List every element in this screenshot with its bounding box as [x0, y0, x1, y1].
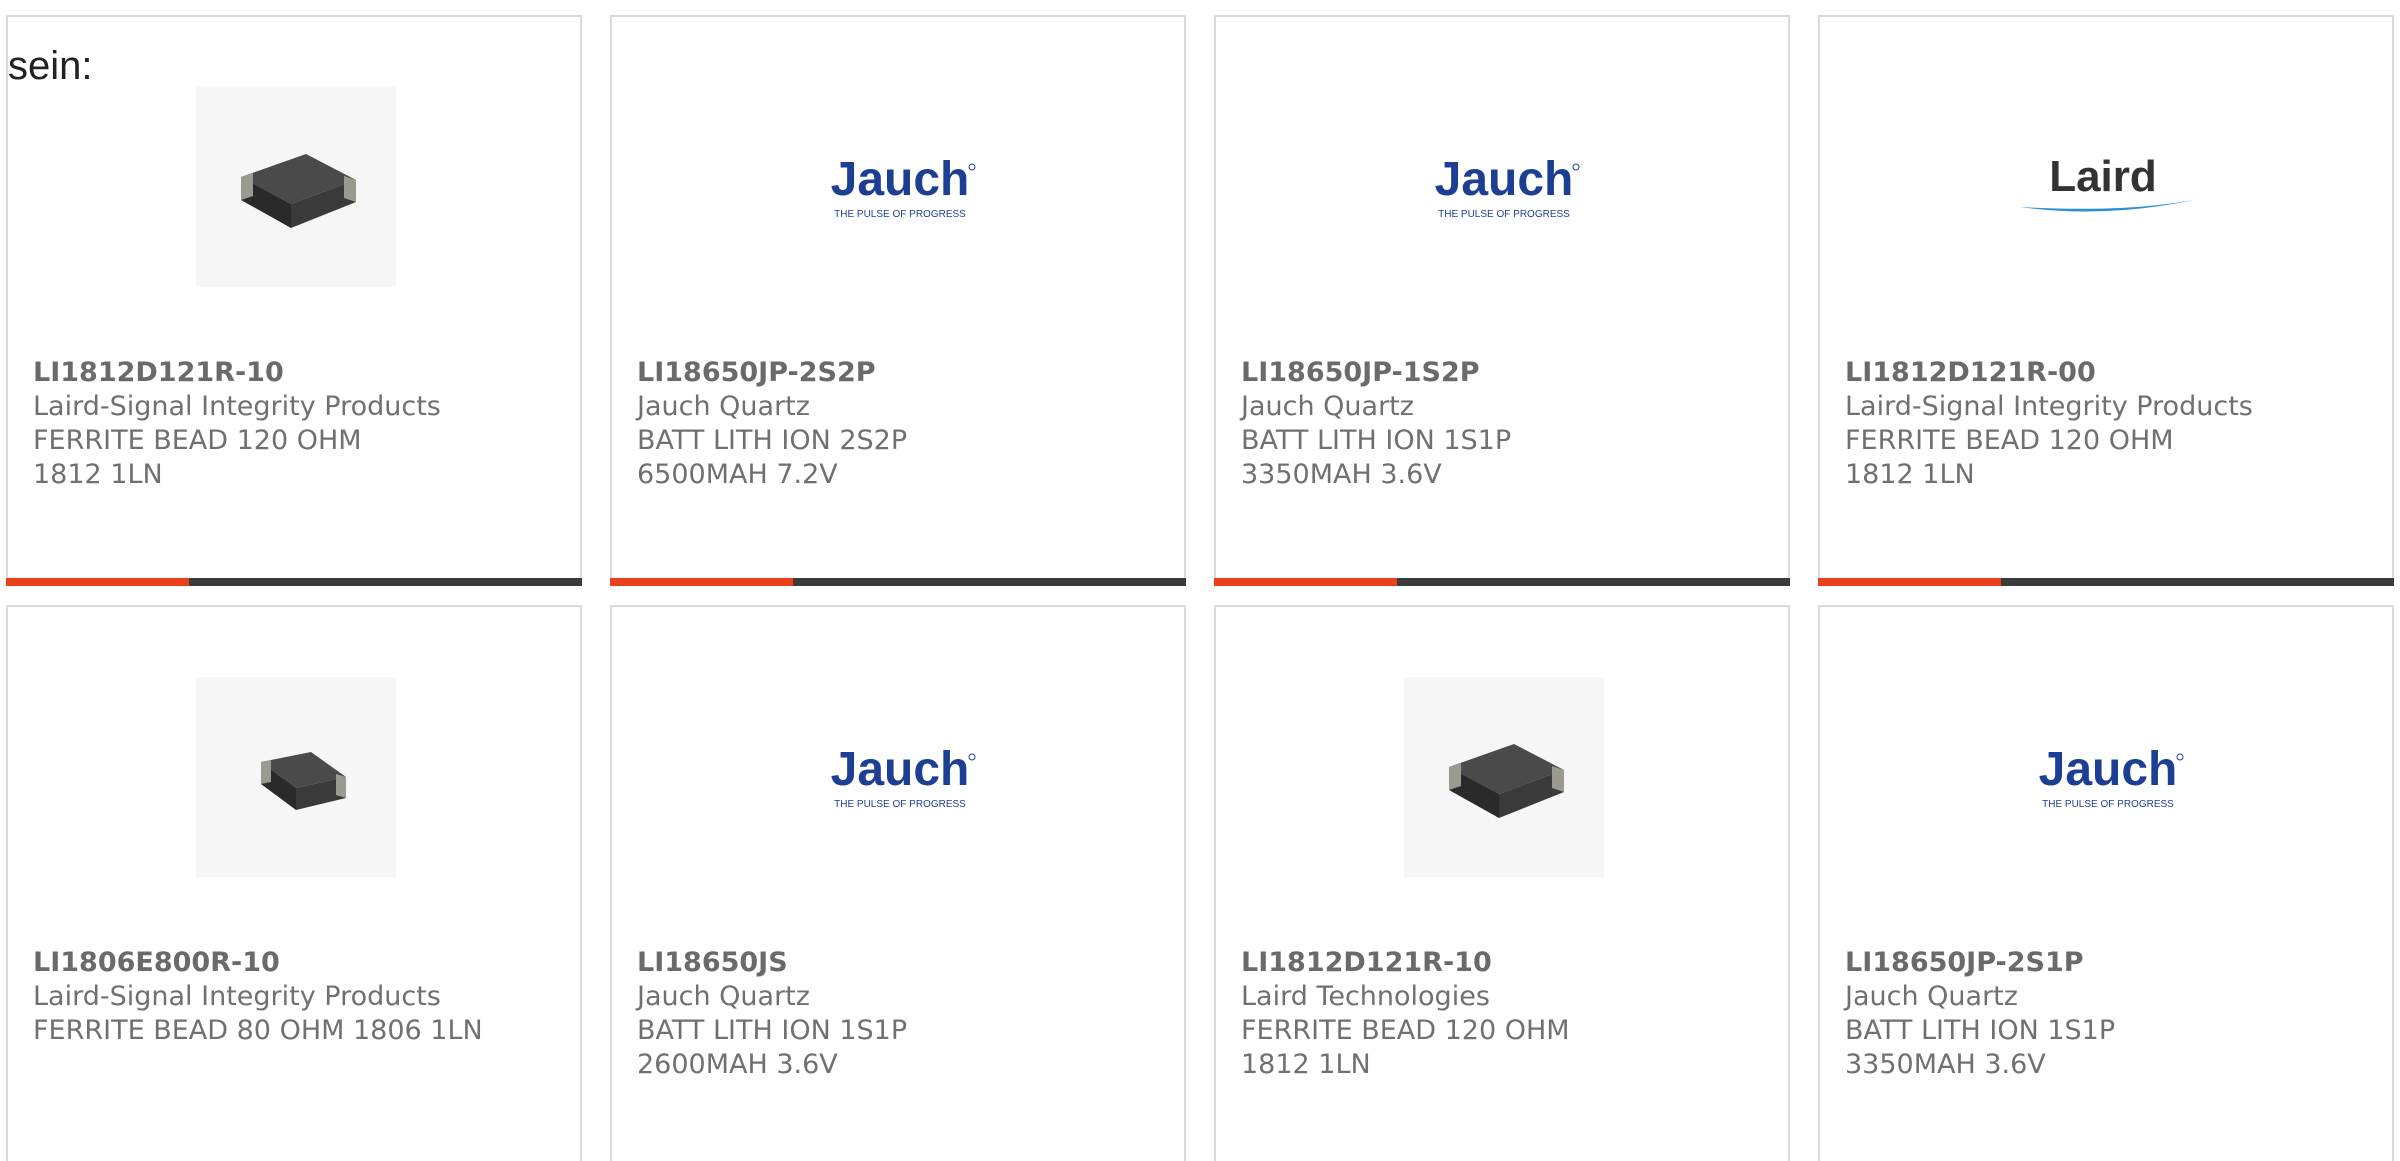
part-number-link[interactable]: LI18650JP-2S2P	[637, 356, 1164, 390]
card-accent	[1214, 578, 1397, 586]
description: BATT LITH ION 2S2P 6500MAH 7.2V	[637, 425, 908, 490]
manufacturer: Jauch Quartz	[637, 391, 810, 422]
card-accent	[6, 578, 189, 586]
card-bottom-bar	[1214, 578, 1790, 586]
product-card[interactable]: Jauch THE PULSE OF PROGRESS LI18650JP-2S…	[1818, 605, 2394, 1161]
description: FERRITE BEAD 120 OHM 1812 1LN	[1241, 1015, 1570, 1080]
card-bottom-bar	[1818, 578, 2394, 586]
manufacturer: Jauch Quartz	[1845, 981, 2018, 1012]
jauch-wordmark: Jauch	[831, 743, 970, 796]
manufacturer-logo-jauch: Jauch THE PULSE OF PROGRESS	[800, 87, 1000, 287]
part-number-link[interactable]: LI1806E800R-10	[33, 946, 560, 980]
product-info: LI1812D121R-10 Laird Technologies FERRIT…	[1241, 946, 1768, 1082]
manufacturer: Laird-Signal Integrity Products	[33, 391, 441, 422]
section-heading: sein:	[8, 44, 93, 88]
card-bottom-bar	[610, 578, 1186, 586]
laird-wordmark: Laird	[2049, 152, 2157, 201]
card-accent	[1818, 578, 2001, 586]
product-card[interactable]: LI1812D121R-10 Laird-Signal Integrity Pr…	[6, 15, 582, 586]
product-image-ferrite-bead	[196, 87, 396, 287]
manufacturer: Laird-Signal Integrity Products	[33, 981, 441, 1012]
product-card[interactable]: Jauch THE PULSE OF PROGRESS LI18650JP-1S…	[1214, 15, 1790, 586]
part-number-link[interactable]: LI1812D121R-10	[33, 356, 560, 390]
card-accent	[610, 578, 793, 586]
product-card[interactable]: LI1812D121R-10 Laird Technologies FERRIT…	[1214, 605, 1790, 1161]
product-card[interactable]: Laird LI1812D121R-00 Laird-Signal Integr…	[1818, 15, 2394, 586]
jauch-tagline: THE PULSE OF PROGRESS	[2042, 799, 2174, 810]
product-info: LI1806E800R-10 Laird-Signal Integrity Pr…	[33, 946, 560, 1048]
manufacturer: Jauch Quartz	[1241, 391, 1414, 422]
product-card[interactable]: LI1806E800R-10 Laird-Signal Integrity Pr…	[6, 605, 582, 1161]
description: BATT LITH ION 1S1P 3350MAH 3.6V	[1241, 425, 1512, 490]
product-info: LI1812D121R-00 Laird-Signal Integrity Pr…	[1845, 356, 2372, 492]
description: BATT LITH ION 1S1P 2600MAH 3.6V	[637, 1015, 908, 1080]
description: FERRITE BEAD 120 OHM 1812 1LN	[33, 425, 362, 490]
jauch-wordmark: Jauch	[831, 153, 970, 206]
jauch-wordmark: Jauch	[1435, 153, 1574, 206]
part-number-link[interactable]: LI18650JP-2S1P	[1845, 946, 2372, 980]
part-number-link[interactable]: LI18650JS	[637, 946, 1164, 980]
jauch-tagline: THE PULSE OF PROGRESS	[1438, 209, 1570, 220]
product-card[interactable]: Jauch THE PULSE OF PROGRESS LI18650JS Ja…	[610, 605, 1186, 1161]
product-info: LI18650JS Jauch Quartz BATT LITH ION 1S1…	[637, 946, 1164, 1082]
part-number-link[interactable]: LI18650JP-1S2P	[1241, 356, 1768, 390]
jauch-tagline: THE PULSE OF PROGRESS	[834, 799, 966, 810]
jauch-wordmark: Jauch	[2039, 743, 2178, 796]
part-number-link[interactable]: LI1812D121R-10	[1241, 946, 1768, 980]
product-image-ferrite-bead	[196, 677, 396, 877]
jauch-tagline: THE PULSE OF PROGRESS	[834, 209, 966, 220]
manufacturer: Laird-Signal Integrity Products	[1845, 391, 2253, 422]
product-info: LI18650JP-2S1P Jauch Quartz BATT LITH IO…	[1845, 946, 2372, 1082]
product-card[interactable]: Jauch THE PULSE OF PROGRESS LI18650JP-2S…	[610, 15, 1186, 586]
product-grid-page: sein: LI1812D121R-10 Laird-Signal Integr…	[0, 0, 2400, 1161]
manufacturer: Laird Technologies	[1241, 981, 1490, 1012]
manufacturer-logo-jauch: Jauch THE PULSE OF PROGRESS	[1404, 87, 1604, 287]
manufacturer-logo-jauch: Jauch THE PULSE OF PROGRESS	[800, 677, 1000, 877]
product-info: LI18650JP-2S2P Jauch Quartz BATT LITH IO…	[637, 356, 1164, 492]
description: FERRITE BEAD 80 OHM 1806 1LN	[33, 1015, 483, 1046]
part-number-link[interactable]: LI1812D121R-00	[1845, 356, 2372, 390]
manufacturer-logo-laird: Laird	[2008, 87, 2208, 287]
description: FERRITE BEAD 120 OHM 1812 1LN	[1845, 425, 2174, 490]
manufacturer: Jauch Quartz	[637, 981, 810, 1012]
card-bottom-bar	[6, 578, 582, 586]
description: BATT LITH ION 1S1P 3350MAH 3.6V	[1845, 1015, 2116, 1080]
product-info: LI18650JP-1S2P Jauch Quartz BATT LITH IO…	[1241, 356, 1768, 492]
manufacturer-logo-jauch: Jauch THE PULSE OF PROGRESS	[2008, 677, 2208, 877]
product-image-ferrite-bead	[1404, 677, 1604, 877]
product-info: LI1812D121R-10 Laird-Signal Integrity Pr…	[33, 356, 560, 492]
